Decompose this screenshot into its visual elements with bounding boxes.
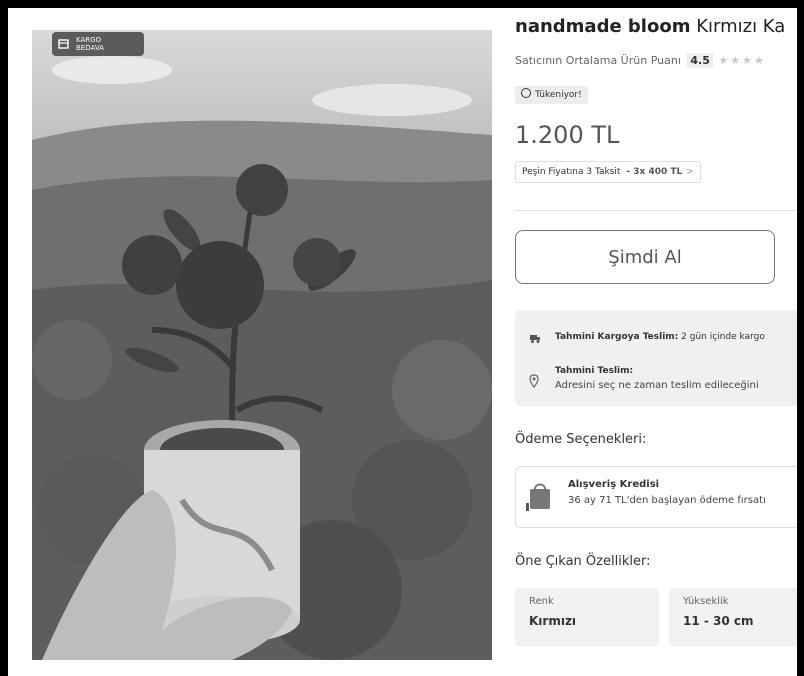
installment-label: Peşin Fiyatına 3 Taksit: [522, 167, 621, 177]
shopping-bag-icon: [526, 483, 550, 511]
rating-stars: ★★★★: [718, 54, 766, 67]
feature-label: Yükseklik: [683, 596, 729, 607]
product-title-bold: nandmade bloom: [515, 16, 691, 37]
badge-line1: KARGO: [76, 36, 102, 44]
payment-options-heading: Ödeme Seçenekleri:: [515, 432, 647, 447]
clock-icon: [521, 88, 531, 98]
rating-label: Satıcının Ortalama Ürün Puanı: [515, 54, 681, 67]
frame-left: [0, 0, 8, 676]
truck-icon: [530, 335, 540, 343]
buy-now-button[interactable]: Şimdi Al: [515, 230, 775, 284]
feature-color: Renk Kırmızı: [515, 588, 659, 646]
product-title: nandmade bloom Kırmızı Ka: [515, 16, 785, 37]
stock-badge-label: Tükeniyor!: [535, 90, 582, 100]
feature-value: 11 - 30 cm: [683, 614, 754, 628]
installment-option[interactable]: Peşin Fiyatına 3 Taksit - 3x 400 TL >: [515, 161, 701, 183]
location-pin-icon: [529, 374, 539, 388]
feature-value: Kırmızı: [529, 614, 577, 628]
cargo-delivery-row: Tahmini Kargoya Teslim: 2 gün içinde kar…: [555, 332, 765, 342]
seller-rating[interactable]: Satıcının Ortalama Ürün Puanı 4.5 ★★★★: [515, 53, 766, 68]
chevron-right-icon: >: [686, 167, 694, 177]
free-shipping-badge: KARGO BEDAVA: [52, 32, 144, 56]
shopping-credit-desc: 36 ay 71 TL'den başlayan ödeme fırsatı: [568, 495, 766, 506]
estimated-delivery-value[interactable]: Adresini seç ne zaman teslim edileceğini: [555, 380, 759, 391]
frame-right: [797, 0, 804, 676]
product-details-panel: nandmade bloom Kırmızı Ka Satıcının Orta…: [515, 8, 797, 676]
product-title-rest: Kırmızı Ka: [690, 16, 786, 37]
cargo-box-icon: [58, 39, 69, 49]
features-heading: Öne Çıkan Özellikler:: [515, 554, 651, 569]
shopping-credit-title: Alışveriş Kredisi: [568, 479, 660, 490]
frame-top: [0, 0, 804, 8]
product-image[interactable]: [32, 30, 492, 660]
cargo-delivery-value: 2 gün içinde kargo: [678, 332, 765, 342]
estimated-delivery-label: Tahmini Teslim:: [555, 366, 634, 376]
feature-label: Renk: [529, 596, 554, 607]
delivery-info: Tahmini Kargoya Teslim: 2 gün içinde kar…: [515, 310, 797, 406]
installment-amount: - 3x 400 TL: [626, 167, 683, 177]
rating-score: 4.5: [687, 53, 713, 68]
badge-line2: BEDAVA: [76, 44, 104, 52]
divider: [515, 210, 797, 211]
shopping-credit-card[interactable]: Alışveriş Kredisi 36 ay 71 TL'den başlay…: [515, 466, 797, 528]
price: 1.200 TL: [515, 121, 620, 149]
stock-badge: Tükeniyor!: [515, 86, 588, 104]
feature-height: Yükseklik 11 - 30 cm: [669, 588, 797, 646]
cargo-delivery-label: Tahmini Kargoya Teslim:: [555, 332, 679, 342]
